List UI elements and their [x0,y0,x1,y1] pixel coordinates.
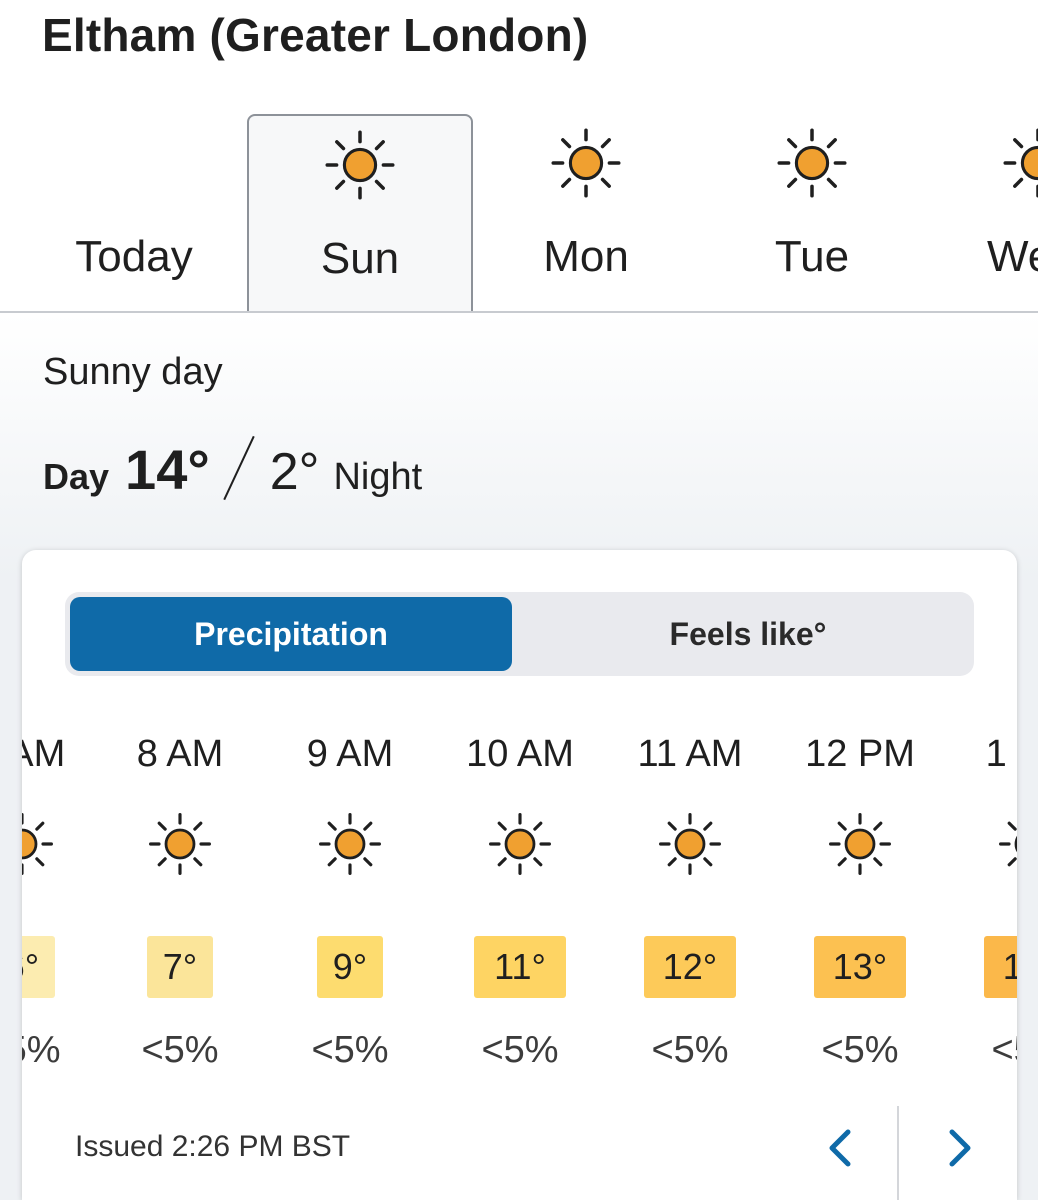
sun-icon [485,809,555,879]
hour-temperature: 14° [984,936,1017,998]
hour-time: 8 AM [136,733,224,775]
weather-summary: Sunny day [43,351,223,393]
hourly-list[interactable]: 7 AM 6° <5% 8 AM 7° <5% 9 AM 9° <5% 10 A… [22,725,1017,1075]
hour-column: 10 AM 11° <5% [435,725,605,1075]
tab-tue[interactable]: Tue [699,114,925,311]
precipitation-toggle[interactable]: Precipitation [70,597,512,671]
hour-column: 12 PM 13° <5% [775,725,945,1075]
hour-temperature: 9° [317,936,383,998]
issued-time: Issued 2:26 PM BST [75,1130,351,1163]
divider [897,1106,899,1200]
hour-temperature: 13° [814,936,906,998]
next-button[interactable] [935,1120,985,1176]
tab-wed[interactable]: Wed [925,114,1038,311]
sun-icon [999,124,1038,202]
day-night-temps: Day 14° 2° Night [43,419,422,502]
night-label: Night [333,456,423,498]
hour-column: 8 AM 7° <5% [95,725,265,1075]
hour-time: 12 PM [805,733,915,775]
hour-temperature: 11° [474,936,566,998]
hour-precipitation: <5% [991,1029,1017,1071]
hour-temperature: 7° [147,936,213,998]
hour-time: 9 AM [306,733,394,775]
tab-sun[interactable]: Sun [247,114,473,311]
hour-column: 9 AM 9° <5% [265,725,435,1075]
hour-precipitation: <5% [821,1029,899,1071]
hourly-forecast-card: Precipitation Feels like° 7 AM 6° <5% 8 … [22,550,1017,1200]
day-label: Wed [987,232,1038,281]
hour-precipitation: <5% [651,1029,729,1071]
hour-time: 1 PM [985,733,1017,775]
sun-icon [22,809,57,879]
day-label: Tue [774,232,850,281]
page-title: Eltham (Greater London) [42,9,589,61]
separator [223,435,255,501]
hour-column: 1 PM 14° <5% [945,725,1017,1075]
hour-precipitation: <5% [481,1029,559,1071]
chevron-right-icon [949,1129,971,1167]
hour-time: 10 AM [466,733,574,775]
night-temperature: 2° [269,443,320,501]
sun-icon [321,126,399,204]
day-label: Sun [320,234,400,283]
sun-icon [315,809,385,879]
day-label: Today [75,232,193,281]
day-selector: Today Sun Mon Tue Wed [0,114,1038,313]
hour-time: 11 AM [637,733,743,775]
tab-today[interactable]: Today [21,114,247,311]
sun-icon [145,809,215,879]
hour-temperature: 6° [22,936,55,998]
tab-mon[interactable]: Mon [473,114,699,311]
sun-icon [547,124,625,202]
sun-icon [773,124,851,202]
hour-temperature: 12° [644,936,736,998]
sun-icon [825,809,895,879]
hour-precipitation: <5% [311,1029,389,1071]
sun-icon [995,809,1017,879]
chevron-left-icon [829,1129,851,1167]
day-temperature: 14° [125,438,210,501]
view-toggle: Precipitation Feels like° [65,592,974,676]
previous-button[interactable] [815,1120,865,1176]
feels-like-toggle[interactable]: Feels like° [527,597,969,671]
sun-icon [655,809,725,879]
day-label: Mon [543,232,629,281]
day-label: Day [43,456,110,497]
hour-column: 11 AM 12° <5% [605,725,775,1075]
hour-precipitation: <5% [141,1029,219,1071]
